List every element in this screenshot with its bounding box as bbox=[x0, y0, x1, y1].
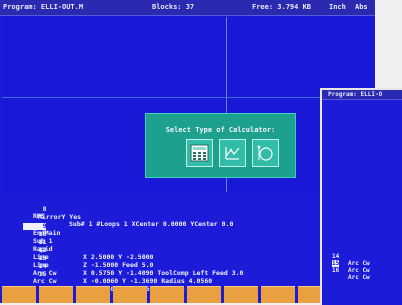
softkey-f3[interactable] bbox=[76, 286, 110, 303]
mode-indicator: Abs bbox=[355, 3, 368, 11]
program-name: Program: ELLI-OUT.M bbox=[3, 3, 84, 11]
status-bar: Program: ELLI-OUT.M Blocks: 37 Free: 3.7… bbox=[0, 0, 375, 16]
geometry-calculator-icon bbox=[225, 147, 240, 160]
block-count: Blocks: 37 bbox=[152, 3, 195, 11]
horizontal-axis-line bbox=[2, 97, 373, 98]
softkey-f8[interactable] bbox=[261, 286, 295, 303]
cnc-main-screen: Program: ELLI-OUT.M Blocks: 37 Free: 3.7… bbox=[0, 0, 375, 303]
softkey-f5[interactable] bbox=[150, 286, 184, 303]
program-listing: 8 RMS Sub# 1 #Loops 1 XCenter 0.0000 YCe… bbox=[0, 193, 375, 292]
softkey-bar bbox=[0, 286, 375, 303]
units-indicator: Inch bbox=[329, 3, 346, 11]
softkey-f2[interactable] bbox=[39, 286, 73, 303]
softkey-f6[interactable] bbox=[187, 286, 221, 303]
calculator-type-dialog: Select Type of Calculator: bbox=[145, 113, 296, 178]
dialog-title: Select Type of Calculator: bbox=[165, 126, 276, 134]
free-memory: Free: 3.794 KB bbox=[252, 3, 312, 11]
secondary-program-window: Program: ELLI-O 14 Arc Cw 15 Arc Cw 16 A… bbox=[320, 88, 402, 305]
keypad-calculator-icon bbox=[190, 144, 209, 162]
circle-calculator-button[interactable] bbox=[252, 139, 279, 167]
softkey-f4[interactable] bbox=[113, 286, 147, 303]
list-item[interactable]: 16 Arc Cw bbox=[322, 260, 370, 288]
keypad-calculator-button[interactable] bbox=[186, 139, 213, 167]
circle-calculator-icon bbox=[257, 145, 273, 161]
softkey-f1[interactable] bbox=[2, 286, 36, 303]
geometry-calculator-button[interactable] bbox=[219, 139, 246, 167]
secondary-status-bar: Program: ELLI-O bbox=[322, 90, 402, 100]
softkey-f7[interactable] bbox=[224, 286, 258, 303]
